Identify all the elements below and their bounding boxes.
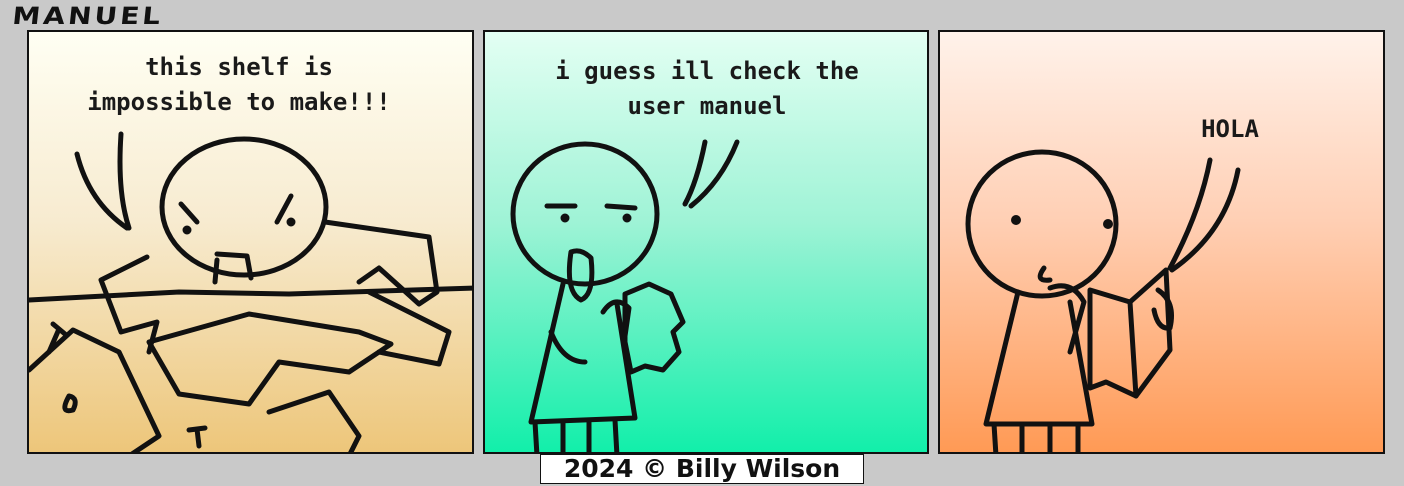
panel-3-caption: HOLA: [1201, 115, 1259, 143]
comic-panel-2: i guess ill check the user manuel: [483, 30, 929, 454]
panel-1-caption: this shelf is impossible to make!!!: [87, 53, 391, 116]
panel-2-caption: i guess ill check the user manuel: [555, 57, 859, 120]
comic-panel-1: this shelf is impossible to make!!!: [27, 30, 474, 454]
comic-title: MANUEL: [11, 2, 165, 31]
panel-3-drawing: [965, 149, 1241, 452]
copyright-notice: 2024 © Billy Wilson: [540, 454, 864, 484]
comic-panel-3: HOLA: [938, 30, 1385, 454]
